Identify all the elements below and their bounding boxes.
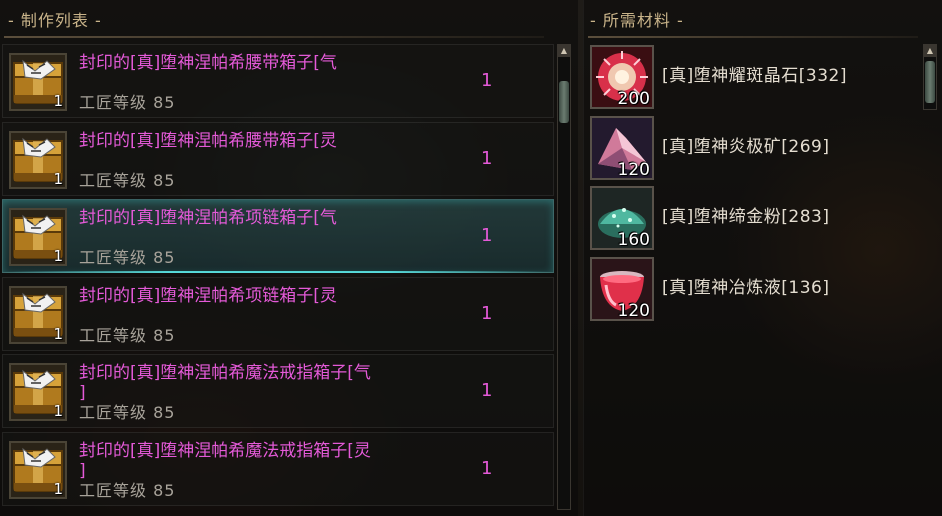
icon-count: 1 [53,247,63,265]
recipe-level: 工匠等级 85 [79,325,176,345]
recipe-row[interactable]: 1 封印的[真]堕神涅帕希项链箱子[气 工匠等级 85 1 [2,199,554,273]
icon-count: 1 [53,92,63,110]
recipe-name: 封印的[真]堕神涅帕希项链箱子[气 [79,208,337,228]
recipe-quantity: 1 [481,70,493,91]
recipe-quantity: 1 [481,147,493,169]
recipe-name: 封印的[真]堕神涅帕希腰带箱子[灵 [79,130,337,151]
icon-count: 1 [53,169,63,188]
title-divider [588,36,918,38]
scroll-thumb[interactable] [559,81,569,123]
material-row[interactable]: 200 [真]堕神耀斑晶石[332] [590,45,930,109]
recipe-quantity: 1 [481,380,493,401]
recipe-row[interactable]: 1 封印的[真]堕神涅帕希腰带箱子[气 工匠等级 85 1 [2,44,554,118]
title-divider [4,36,544,38]
equipment-box-icon: 1 [9,440,67,499]
recipe-quantity: 1 [481,457,493,479]
material-count: 120 [617,159,650,180]
crafting-list-title: - 制作列表 - [8,11,102,30]
recipe-quantity: 1 [481,302,493,324]
material-count: 160 [617,230,650,250]
recipe-name: 封印的[真]堕神涅帕希魔法戒指箱子[气 ] [79,363,371,403]
recipe-name: 封印的[真]堕神涅帕希腰带箱子[气 [79,53,337,73]
icon-count: 1 [53,402,63,420]
recipe-row[interactable]: 1 封印的[真]堕神涅帕希魔法戒指箱子[灵 ] 工匠等级 85 1 [2,431,554,506]
recipe-list-scrollbar[interactable]: ▲ [557,44,571,510]
scroll-up-arrow-icon[interactable]: ▲ [558,45,570,57]
material-name: [真]堕神炎极矿[269] [662,136,830,157]
recipe-level: 工匠等级 85 [79,248,176,267]
material-count: 200 [617,89,650,109]
material-row[interactable]: 120 [真]堕神冶炼液[136] [590,256,930,321]
recipe-name: 封印的[真]堕神涅帕希魔法戒指箱子[灵 ] [79,440,371,481]
recipe-level: 工匠等级 85 [79,93,176,112]
pink-ore-icon: 120 [590,115,654,180]
material-row[interactable]: 160 [真]堕神缔金粉[283] [590,186,930,250]
material-row[interactable]: 120 [真]堕神炎极矿[269] [590,115,930,180]
equipment-box-icon: 1 [9,285,67,344]
recipe-level: 工匠等级 85 [79,170,176,190]
teal-powder-icon: 160 [590,186,654,250]
equipment-box-icon: 1 [9,208,67,266]
recipe-row[interactable]: 1 封印的[真]堕神涅帕希魔法戒指箱子[气 ] 工匠等级 85 1 [2,354,554,428]
icon-count: 1 [53,324,63,343]
material-count: 120 [617,300,650,321]
material-name: [真]堕神耀斑晶石[332] [662,66,847,86]
material-name: [真]堕神缔金粉[283] [662,207,830,227]
equipment-box-icon: 1 [9,53,67,111]
recipe-quantity: 1 [481,225,493,246]
materials-title: - 所需材料 - [590,11,684,30]
equipment-box-icon: 1 [9,363,67,421]
crafting-list-panel: - 制作列表 - 1 封印的[真]堕神涅帕希腰带箱子[气 工匠等级 85 1 1… [0,0,578,516]
material-name: [真]堕神冶炼液[136] [662,277,830,298]
recipe-level: 工匠等级 85 [79,480,176,500]
recipe-level: 工匠等级 85 [79,403,176,422]
recipe-row[interactable]: 1 封印的[真]堕神涅帕希项链箱子[灵 工匠等级 85 1 [2,276,554,351]
red-crystal-icon: 200 [590,45,654,109]
recipe-row[interactable]: 1 封印的[真]堕神涅帕希腰带箱子[灵 工匠等级 85 1 [2,121,554,196]
red-liquid-icon: 120 [590,256,654,321]
icon-count: 1 [53,479,63,498]
equipment-box-icon: 1 [9,130,67,189]
recipe-name: 封印的[真]堕神涅帕希项链箱子[灵 [79,285,337,306]
